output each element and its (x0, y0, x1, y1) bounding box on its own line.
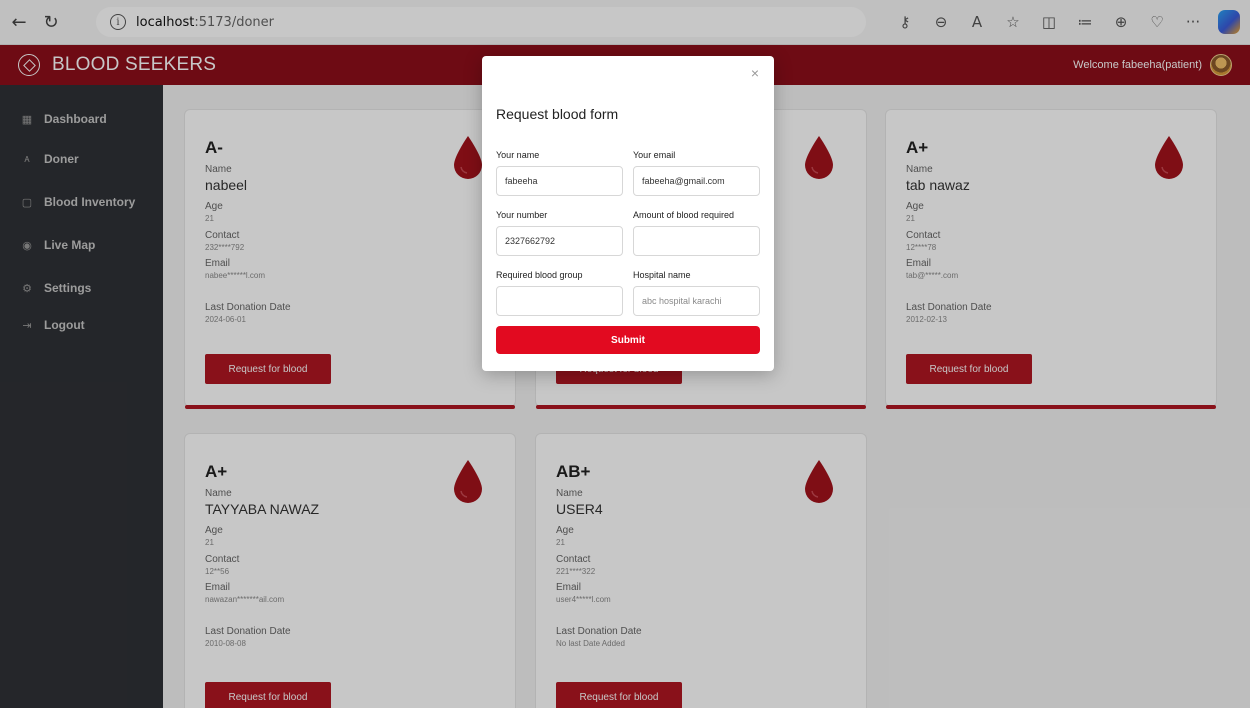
close-icon[interactable]: × (748, 66, 762, 80)
blood-group-field[interactable] (496, 286, 623, 316)
amount-field-label: Amount of blood required (633, 210, 735, 220)
number-field-label: Your number (496, 210, 548, 220)
email-field-label: Your email (633, 150, 676, 160)
submit-button[interactable]: Submit (496, 326, 760, 354)
hospital-field-label: Hospital name (633, 270, 691, 280)
blood-group-field-label: Required blood group (496, 270, 583, 280)
request-blood-modal: × Request blood form Your name Your emai… (482, 56, 774, 371)
modal-title: Request blood form (496, 106, 619, 122)
amount-field[interactable] (633, 226, 760, 256)
name-field-label: Your name (496, 150, 540, 160)
name-field[interactable] (496, 166, 623, 196)
hospital-field[interactable] (633, 286, 760, 316)
email-field[interactable] (633, 166, 760, 196)
number-field[interactable] (496, 226, 623, 256)
